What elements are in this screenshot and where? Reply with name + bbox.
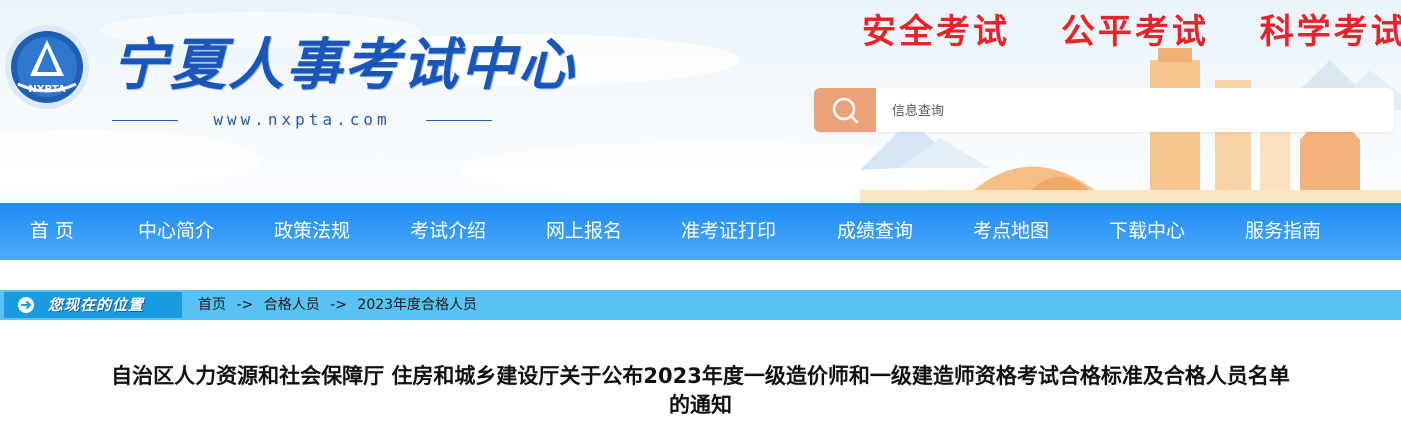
site-logo[interactable]: NXPTA [4,24,90,110]
nav-item-exams[interactable]: 考试介绍 [410,203,486,260]
url-divider-right [426,120,492,121]
site-url: www.nxpta.com [213,110,391,129]
location-arrow-icon [18,297,34,313]
breadcrumb-link-qualified[interactable]: 合格人员 [264,297,320,313]
breadcrumb-label-tag: 您现在的位置 [4,292,182,318]
main-nav: 首 页 中心简介 政策法规 考试介绍 网上报名 准考证打印 成绩查询 考点地图 … [0,203,1401,260]
search-button[interactable] [814,88,876,132]
url-divider-left [112,120,178,121]
logo-text: NXPTA [28,84,65,95]
site-url-row: www.nxpta.com [112,110,492,130]
site-title: 宁夏人事考试中心 [112,32,576,98]
nav-item-admission-ticket[interactable]: 准考证打印 [681,203,776,260]
search-icon [832,97,859,124]
logo-emblem-icon: NXPTA [5,25,89,109]
nav-item-policy[interactable]: 政策法规 [274,203,350,260]
nav-item-venue-map[interactable]: 考点地图 [973,203,1049,260]
article-title-line1: 自治区人力资源和社会保障厅 住房和城乡建设厅关于公布2023年度一级造价师和一级… [111,364,1290,388]
breadcrumb-link-home[interactable]: 首页 [198,297,226,313]
breadcrumb-separator: -> [330,297,347,313]
breadcrumb-path: 首页 -> 合格人员 -> 2023年度合格人员 [198,290,477,320]
header-banner: NXPTA 宁夏人事考试中心 www.nxpta.com 安全考试 公平考试 科… [0,0,1401,203]
breadcrumb-link-2023[interactable]: 2023年度合格人员 [357,297,477,313]
nav-item-service-guide[interactable]: 服务指南 [1245,203,1321,260]
breadcrumb-separator: -> [236,297,254,313]
breadcrumb-label: 您现在的位置 [48,296,145,314]
breadcrumb: 您现在的位置 首页 -> 合格人员 -> 2023年度合格人员 [0,290,1401,320]
nav-item-about[interactable]: 中心简介 [138,203,214,260]
article-title-line2: 的通知 [669,393,732,417]
nav-item-home[interactable]: 首 页 [30,203,74,260]
article-title: 自治区人力资源和社会保障厅 住房和城乡建设厅关于公布2023年度一级造价师和一级… [0,362,1401,420]
search-input[interactable] [890,88,1374,134]
nav-item-scores[interactable]: 成绩查询 [837,203,913,260]
nav-item-registration[interactable]: 网上报名 [546,203,622,260]
nav-item-downloads[interactable]: 下载中心 [1109,203,1185,260]
search-box [814,88,1394,134]
